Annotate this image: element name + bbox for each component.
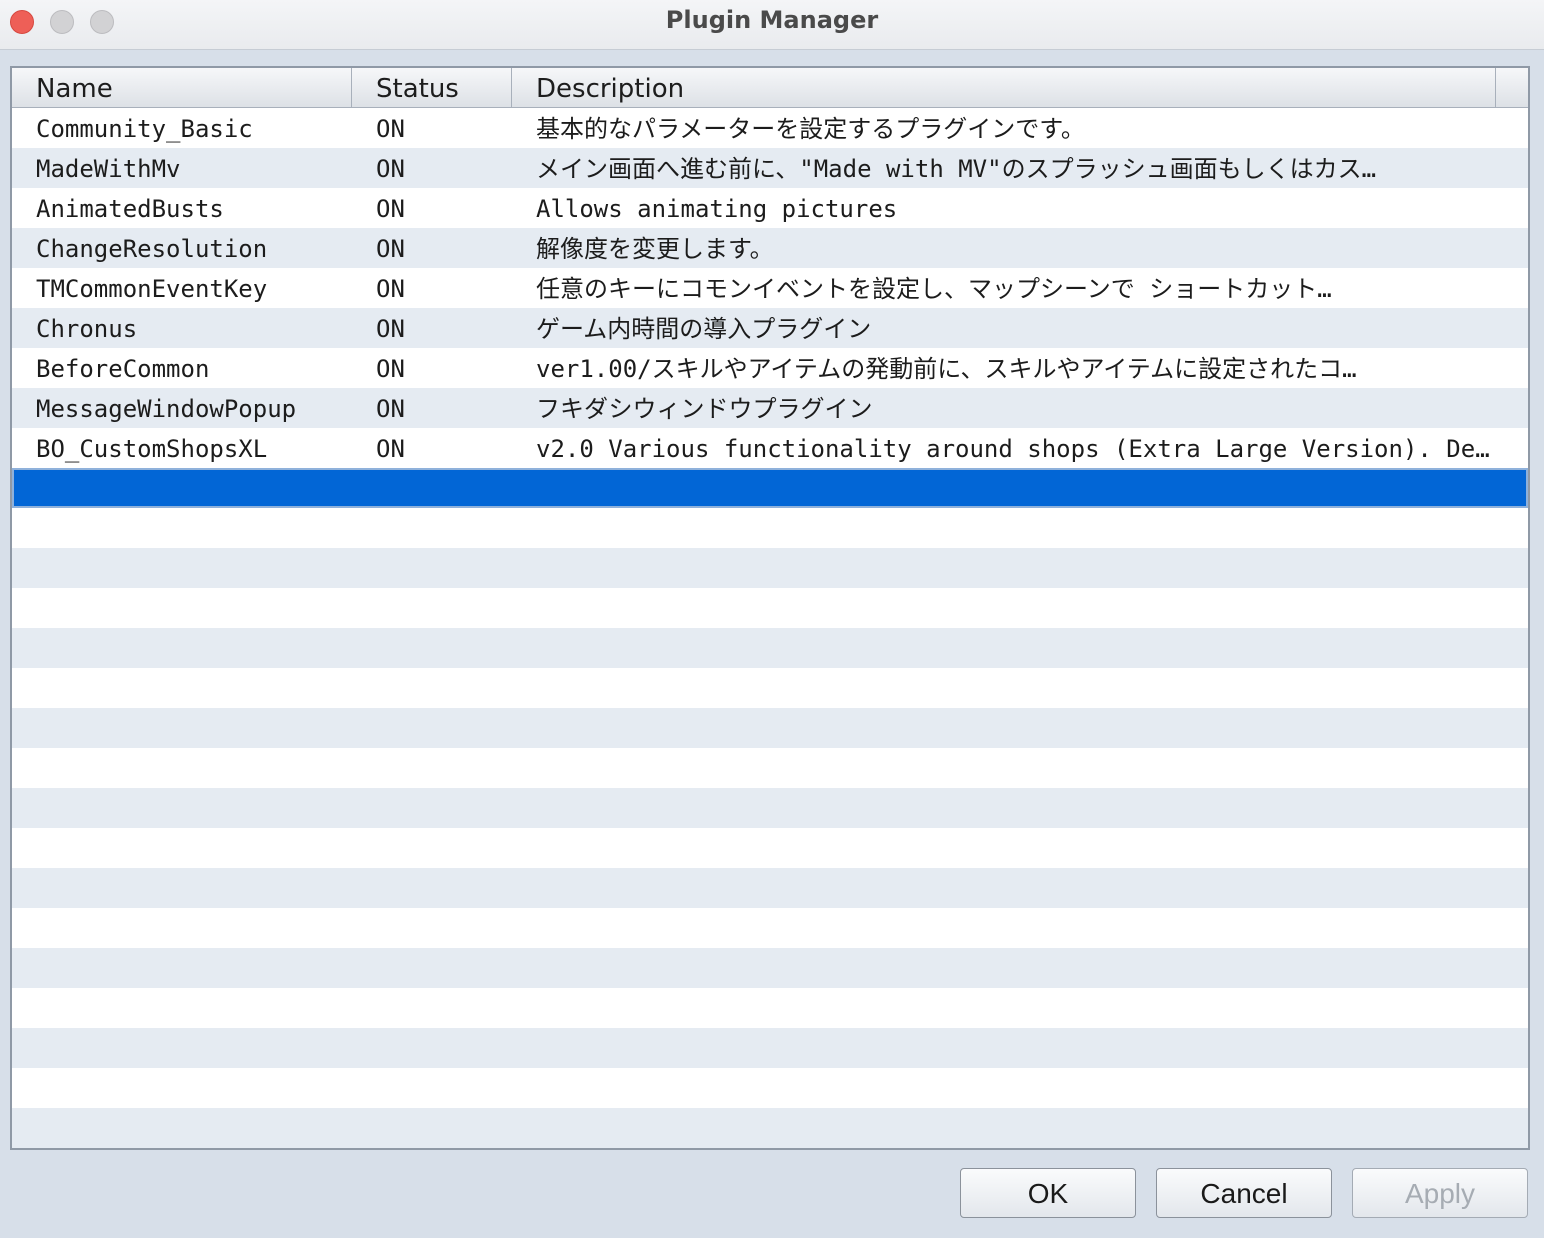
plugin-description-cell: Allows animating pictures	[536, 195, 898, 223]
plugin-name-cell: Chronus	[36, 315, 138, 343]
plugin-status-cell: ON	[376, 115, 405, 143]
table-row[interactable]: Chronus ON ゲーム内時間の導入プラグイン	[12, 308, 1528, 348]
plugin-description-cell: 基本的なパラメーターを設定するプラグインです。	[536, 115, 1085, 143]
empty-row[interactable]	[12, 1108, 1528, 1148]
empty-row[interactable]	[12, 908, 1528, 948]
plugin-description-cell: 任意のキーにコモンイベントを設定し、マップシーンで ショートカット…	[536, 275, 1332, 303]
empty-row[interactable]	[12, 988, 1528, 1028]
table-row[interactable]: BO_CustomShopsXL ON v2.0 Various functiona…	[12, 428, 1528, 468]
table-body: Community_Basic ON 基本的なパラメーターを設定するプラグインです。…	[12, 108, 1528, 1148]
empty-row[interactable]	[12, 788, 1528, 828]
column-header-name[interactable]: Name	[12, 68, 352, 108]
column-header-description[interactable]: Description	[512, 68, 1496, 108]
selected-empty-row[interactable]	[12, 468, 1528, 508]
table-header: Name Status Description	[12, 68, 1528, 108]
plugin-status-cell: ON	[376, 275, 405, 303]
empty-row[interactable]	[12, 508, 1528, 548]
empty-row[interactable]	[12, 588, 1528, 628]
plugin-status-cell: ON	[376, 155, 405, 183]
dialog-footer: OK Cancel Apply	[0, 1150, 1544, 1238]
cancel-button[interactable]: Cancel	[1156, 1168, 1332, 1218]
table-row[interactable]: AnimatedBusts ON Allows animating pictures	[12, 188, 1528, 228]
plugin-status-cell: ON	[376, 315, 405, 343]
plugin-name-cell: TMCommonEventKey	[36, 275, 268, 303]
table-row[interactable]: ChangeResolution ON 解像度を変更します。	[12, 228, 1528, 268]
plugin-description-cell: ゲーム内時間の導入プラグイン	[536, 315, 872, 343]
empty-row[interactable]	[12, 1068, 1528, 1108]
plugin-status-cell: ON	[376, 355, 405, 383]
empty-row[interactable]	[12, 668, 1528, 708]
plugin-description-cell: v2.0 Various functionality around shops …	[536, 435, 1490, 463]
plugin-status-cell: ON	[376, 435, 405, 463]
table-row[interactable]: MessageWindowPopup ON フキダシウィンドウプラグイン	[12, 388, 1528, 428]
table-row[interactable]: Community_Basic ON 基本的なパラメーターを設定するプラグインです。	[12, 108, 1528, 148]
plugin-table: Name Status Description Community_Basic O…	[10, 66, 1530, 1150]
table-row[interactable]: TMCommonEventKey ON 任意のキーにコモンイベントを設定し、マップシ…	[12, 268, 1528, 308]
table-row[interactable]: BeforeCommon ON ver1.00/スキルやアイテムの発動前に、スキルや…	[12, 348, 1528, 388]
empty-row[interactable]	[12, 868, 1528, 908]
plugin-name-cell: BeforeCommon	[36, 355, 210, 383]
plugin-name-cell: ChangeResolution	[36, 235, 268, 263]
empty-row[interactable]	[12, 628, 1528, 668]
plugin-description-cell: 解像度を変更します。	[536, 235, 774, 263]
window-title: Plugin Manager	[665, 6, 879, 34]
plugin-description-cell: ver1.00/スキルやアイテムの発動前に、スキルやアイテムに設定されたコ…	[536, 355, 1357, 383]
plugin-name-cell: Community_Basic	[36, 115, 253, 143]
empty-row[interactable]	[12, 948, 1528, 988]
plugin-status-cell: ON	[376, 195, 405, 223]
plugin-description-cell: フキダシウィンドウプラグイン	[536, 395, 873, 423]
apply-button[interactable]: Apply	[1352, 1168, 1528, 1218]
plugin-name-cell: MadeWithMv	[36, 155, 181, 183]
ok-button[interactable]: OK	[960, 1168, 1136, 1218]
plugin-status-cell: ON	[376, 235, 405, 263]
empty-row[interactable]	[12, 708, 1528, 748]
empty-row[interactable]	[12, 748, 1528, 788]
plugin-name-cell: BO_CustomShopsXL	[36, 435, 268, 463]
title-bar: Plugin Manager	[0, 0, 1544, 50]
plugin-name-cell: AnimatedBusts	[36, 195, 224, 223]
plugin-description-cell: メイン画面へ進む前に、"Made with MV"のスプラッシュ画面もしくはカス…	[536, 155, 1377, 183]
column-header-status[interactable]: Status	[352, 68, 512, 108]
column-header-filler	[1496, 68, 1528, 108]
plugin-status-cell: ON	[376, 395, 405, 423]
table-row[interactable]: MadeWithMv ON メイン画面へ進む前に、"Made with MV"のスプ…	[12, 148, 1528, 188]
empty-row[interactable]	[12, 1028, 1528, 1068]
empty-row[interactable]	[12, 548, 1528, 588]
plugin-name-cell: MessageWindowPopup	[36, 395, 297, 423]
plugin-manager-window: Plugin Manager Name Status Description C…	[0, 0, 1544, 1238]
empty-row[interactable]	[12, 828, 1528, 868]
